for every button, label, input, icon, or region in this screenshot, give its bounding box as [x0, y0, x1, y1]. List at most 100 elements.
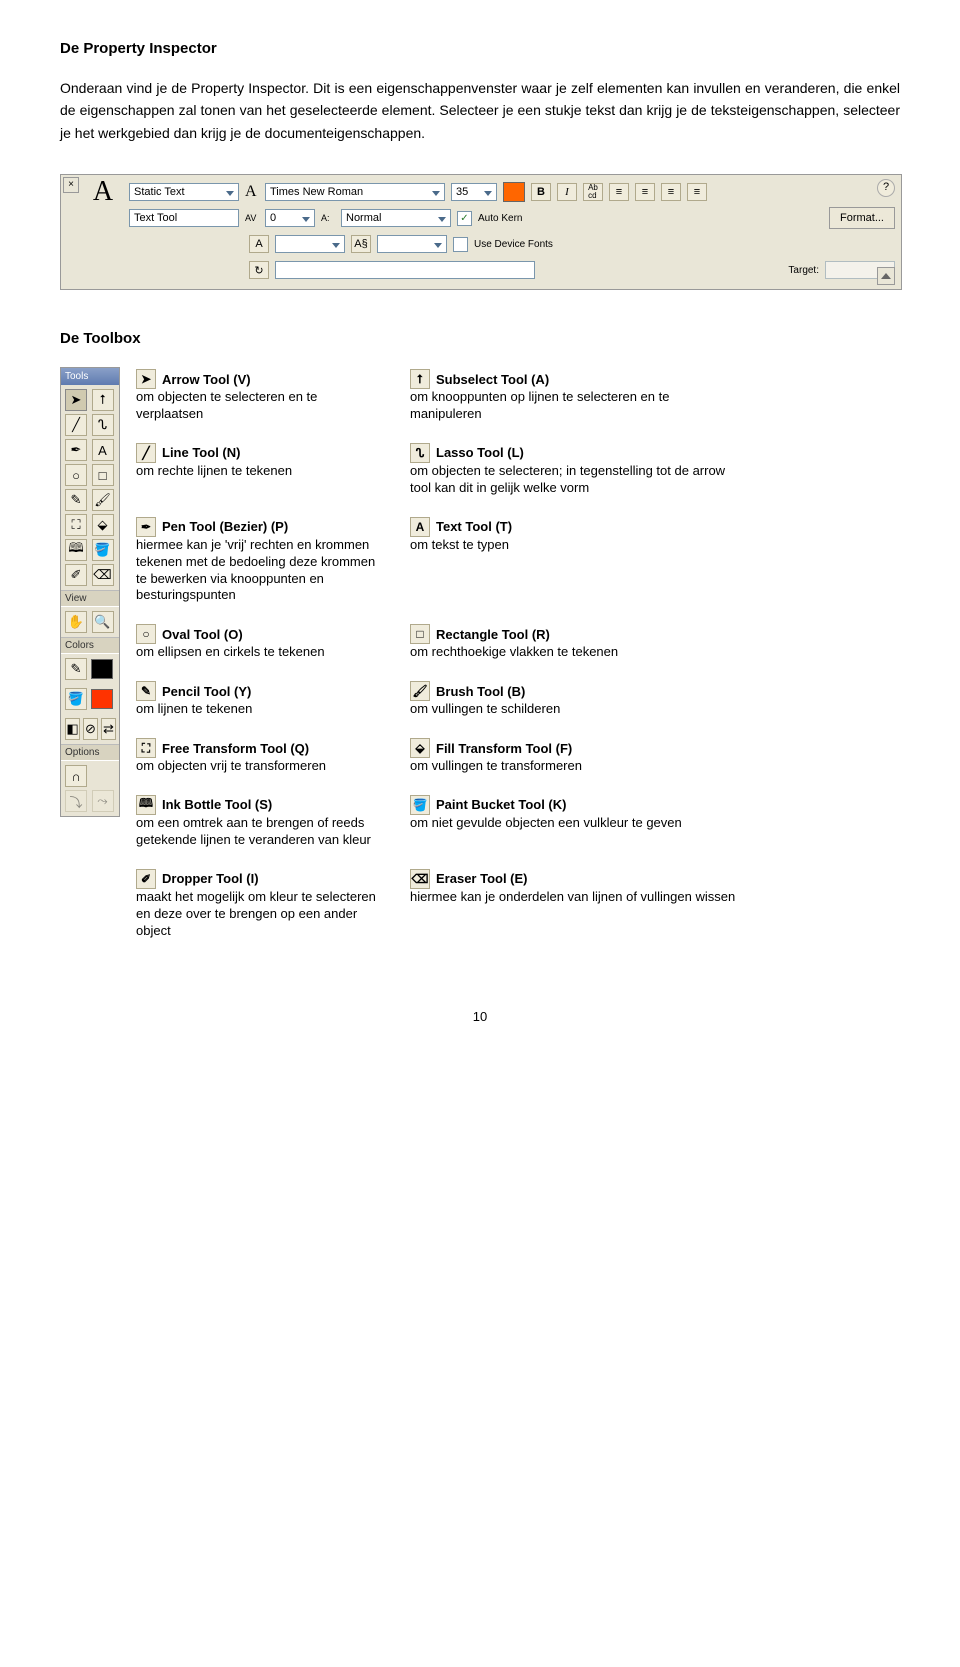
tool-name: Oval Tool (O) — [162, 627, 243, 642]
oval-tool-button[interactable]: ○ — [65, 464, 87, 486]
tool-description-text: om objecten te selecteren; in tegenstell… — [410, 463, 740, 497]
tool-description-text: om een omtrek aan te brengen of reeds ge… — [136, 815, 386, 849]
device-fonts-checkbox[interactable] — [453, 237, 468, 252]
tool-title: 🖌Brush Tool (B) — [410, 681, 740, 701]
font-label-icon: A — [245, 183, 259, 201]
straighten-option-button[interactable]: ⤳ — [92, 790, 114, 812]
fill-color-icon: 🪣 — [65, 688, 87, 710]
text-tool-button[interactable]: A — [92, 439, 114, 461]
tool-name: Arrow Tool (V) — [162, 372, 251, 387]
tool-name: Dropper Tool (I) — [162, 871, 259, 886]
smooth-option-button[interactable]: ⤵ — [65, 790, 87, 812]
tool-description-text: om tekst te typen — [410, 537, 740, 554]
font-size-input[interactable]: 35 — [451, 183, 497, 201]
tool-description-text: om niet gevulde objecten een vulkleur te… — [410, 815, 740, 832]
line-tool-button[interactable]: ╱ — [65, 414, 87, 436]
tool-description: 🕮Ink Bottle Tool (S)om een omtrek aan te… — [136, 793, 386, 859]
tool-description-text: om objecten te selecteren en te verplaat… — [136, 389, 386, 423]
tool-icon: ⭡ — [410, 369, 430, 389]
target-label: Target: — [788, 265, 819, 276]
fill-transform-tool-button[interactable]: ⬙ — [92, 514, 114, 536]
tool-description-text: hiermee kan je 'vrij' rechten en krommen… — [136, 537, 386, 605]
format-button[interactable]: Format... — [829, 207, 895, 229]
tool-name: Pencil Tool (Y) — [162, 684, 251, 699]
url-input[interactable] — [275, 261, 535, 279]
link-icon[interactable]: ↻ — [249, 261, 269, 279]
bold-button[interactable]: B — [531, 183, 551, 201]
free-transform-tool-button[interactable]: ⛶ — [65, 514, 87, 536]
stroke-color-swatch[interactable] — [91, 659, 113, 679]
selectable-icon[interactable]: A§ — [351, 235, 371, 253]
align-left-button[interactable]: ≡ — [609, 183, 629, 201]
tool-icon: ✐ — [136, 869, 156, 889]
text-type-dropdown[interactable]: Static Text — [129, 183, 239, 201]
instance-name-input[interactable]: Text Tool — [129, 209, 239, 227]
italic-button[interactable]: I — [557, 183, 577, 201]
tool-description: ✒Pen Tool (Bezier) (P)hiermee kan je 'vr… — [136, 515, 386, 615]
tool-title: 🪣Paint Bucket Tool (K) — [410, 795, 740, 815]
tool-description-text: maakt het mogelijk om kleur te selectere… — [136, 889, 386, 940]
text-color-swatch[interactable] — [503, 182, 525, 202]
align-center-button[interactable]: ≡ — [635, 183, 655, 201]
font-dropdown[interactable]: Times New Roman — [265, 183, 445, 201]
selectable-dropdown[interactable] — [377, 235, 447, 253]
letter-spacing-input[interactable]: 0 — [265, 209, 315, 227]
default-colors-button[interactable]: ◧ — [65, 718, 80, 740]
rectangle-tool-button[interactable]: □ — [92, 464, 114, 486]
lasso-tool-button[interactable]: ᔐ — [92, 414, 114, 436]
tool-description-text: om objecten vrij te transformeren — [136, 758, 386, 775]
tool-title: ○Oval Tool (O) — [136, 624, 386, 644]
expand-panel-button[interactable] — [877, 267, 895, 285]
tool-description: ╱Line Tool (N)om rechte lijnen te tekene… — [136, 441, 386, 507]
aa-label: A: — [321, 213, 335, 223]
pencil-tool-button[interactable]: ✎ — [65, 489, 87, 511]
ink-bottle-tool-button[interactable]: 🕮 — [65, 539, 87, 561]
fill-color-swatch[interactable] — [91, 689, 113, 709]
snap-option-button[interactable]: ∩ — [65, 765, 87, 787]
tools-panel: Tools ➤ ⭡ ╱ ᔐ ✒ A ○ □ ✎ 🖌 ⛶ ⬙ 🕮 🪣 ✐ ⌫ Vi… — [60, 367, 120, 817]
tool-name: Fill Transform Tool (F) — [436, 741, 572, 756]
antialias-dropdown[interactable]: Normal — [341, 209, 451, 227]
tool-icon: ⌫ — [410, 869, 430, 889]
tool-description: ⌫Eraser Tool (E)hiermee kan je onderdele… — [410, 867, 740, 950]
zoom-tool-button[interactable]: 🔍 — [92, 611, 114, 633]
autokern-checkbox[interactable]: ✓ — [457, 211, 472, 226]
tool-name: Lasso Tool (L) — [436, 445, 524, 460]
paint-bucket-tool-button[interactable]: 🪣 — [92, 539, 114, 561]
tool-description: ✎Pencil Tool (Y)om lijnen te tekenen — [136, 679, 386, 728]
tool-title: ⬙Fill Transform Tool (F) — [410, 738, 740, 758]
colors-section-label: Colors — [61, 637, 119, 654]
tool-description: □Rectangle Tool (R)om rechthoekige vlakk… — [410, 622, 740, 671]
tool-title: ᔐLasso Tool (L) — [410, 443, 740, 463]
tool-title: ➤Arrow Tool (V) — [136, 369, 386, 389]
page-number: 10 — [60, 1009, 900, 1024]
brush-tool-button[interactable]: 🖌 — [92, 489, 114, 511]
align-right-button[interactable]: ≡ — [661, 183, 681, 201]
tool-icon: 🖌 — [410, 681, 430, 701]
close-icon[interactable]: × — [63, 177, 79, 193]
swap-colors-button[interactable]: ⇄ — [101, 718, 116, 740]
tool-description: ᔐLasso Tool (L)om objecten te selecteren… — [410, 441, 740, 507]
tool-description: AText Tool (T)om tekst te typen — [410, 515, 740, 615]
tool-description: 🖌Brush Tool (B)om vullingen te schildere… — [410, 679, 740, 728]
tool-description-text: om rechthoekige vlakken te tekenen — [410, 644, 740, 661]
no-color-button[interactable]: ⊘ — [83, 718, 98, 740]
char-position-icon[interactable]: A — [249, 235, 269, 253]
tool-title: ✐ Dropper Tool (I) — [136, 869, 386, 889]
tool-description: ⬙Fill Transform Tool (F)om vullingen te … — [410, 736, 740, 785]
hand-tool-button[interactable]: ✋ — [65, 611, 87, 633]
align-justify-button[interactable]: ≡ — [687, 183, 707, 201]
arrow-tool-button[interactable]: ➤ — [65, 389, 87, 411]
tool-description: ○Oval Tool (O)om ellipsen en cirkels te … — [136, 622, 386, 671]
tool-name: Line Tool (N) — [162, 445, 240, 460]
eraser-tool-button[interactable]: ⌫ — [92, 564, 114, 586]
tool-description-text: om vullingen te transformeren — [410, 758, 740, 775]
tool-title: AText Tool (T) — [410, 517, 740, 537]
char-position-dropdown[interactable] — [275, 235, 345, 253]
dropper-tool-button[interactable]: ✐ — [65, 564, 87, 586]
autokern-toggle-icon[interactable]: Ab cd — [583, 183, 603, 201]
pen-tool-button[interactable]: ✒ — [65, 439, 87, 461]
text-type-icon: A — [83, 176, 123, 208]
tool-icon: ⛶ — [136, 738, 156, 758]
subselect-tool-button[interactable]: ⭡ — [92, 389, 114, 411]
